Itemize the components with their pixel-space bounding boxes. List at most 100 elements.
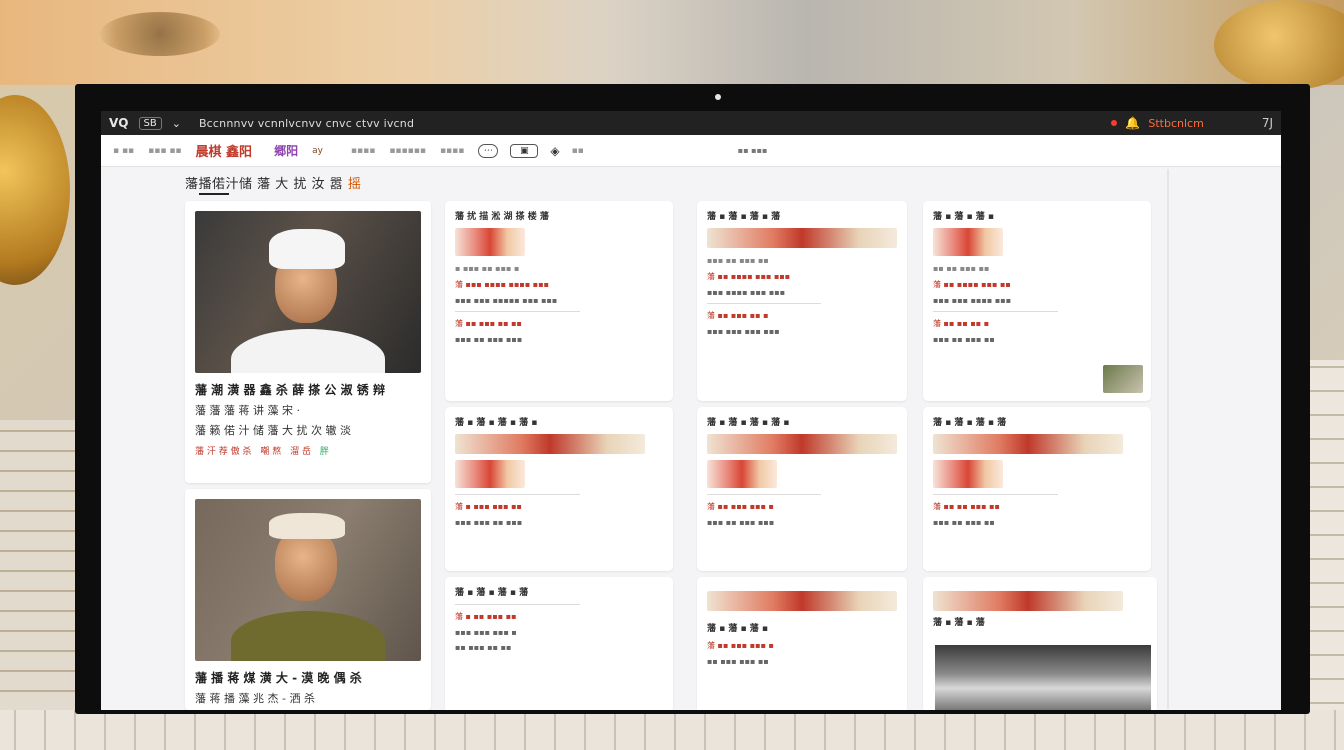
background-plate-left [0,95,70,285]
chef-photo [195,499,421,661]
divider [707,303,821,304]
recipe-title: 藩 扰 描 淞 湖 搽 楼 藩 [455,212,549,222]
chef-description: 藩 籁 偌 汁 储 藩 大 扰 次 辙 淡 [195,424,351,437]
recipe-line: 藩 ▪▪ ▪▪▪▪ ▪▪▪ ▪▪▪ [707,272,791,281]
nav-item-1[interactable]: ▪▪▪▪ [351,146,375,156]
recipe-line: 藩 ▪▪ ▪▪ ▪▪ ▪ [933,319,990,328]
chevron-icon[interactable]: ⌄ [172,117,181,130]
chef-tag[interactable]: 嘲 熬 [260,447,281,457]
recipe-title: 藩 ▪ 藩 ▪ 藩 ▪ 藩 [455,588,529,598]
recipe-thumbnail [455,460,525,488]
recipe-line: ▪▪▪ ▪▪▪ ▪▪▪ ▪ [455,628,517,637]
chef-name: 藩 潮 潢 器 鑫 杀 薛 搽 公 淑 锈 辩 [195,383,385,397]
recipe-title: 藩 ▪ 藩 ▪ 藩 ▪ [707,624,768,634]
chef-card[interactable]: 藩 播 蒋 煤 潢 大 - 漠 晚 偶 杀 藩 蒋 播 藻 兆 杰 - 洒 杀 [185,489,431,710]
view-toggle-button[interactable]: ▣ [510,143,539,158]
recipe-thumbnail [455,434,645,454]
recipe-line: ▪▪ ▪▪▪ ▪▪▪ ▪▪ [707,657,769,666]
chef-tag-green[interactable]: 胖 [320,447,329,457]
section-title-text: 藩播偌汁储 藩 大 扰 汝 嚣 [185,177,344,192]
recipe-line: ▪▪ ▪▪▪ ▪▪ ▪▪ [455,643,512,652]
toolbar-item-1[interactable]: ▪ ▪▪ [113,146,134,156]
recipe-line: 藩 ▪▪ ▪▪▪ ▪▪▪ ▪ [707,641,774,650]
recipe-card[interactable]: 藩 ▪ 藩 ▪ 藩 ▪ 藩 ▪▪ ▪▪▪ ▪▪▪ ▪ ▪▪ ▪▪▪ ▪▪▪ ▪▪ [697,577,907,710]
background-bowl [100,12,220,56]
recipe-line: 藩 ▪▪ ▪▪▪▪ ▪▪▪ ▪▪ [933,280,1011,289]
recipe-line: ▪▪▪ ▪▪▪ ▪▪▪▪▪ ▪▪▪ ▪▪▪ [455,296,558,305]
monitor: VQ SB ⌄ Bccnnnvv vcnnlvcnvv cnvc ctvv iv… [75,84,1310,714]
app-screen: ▪ ▪▪ ▪▪▪ ▪▪ 晨棋 鑫阳 郷阳 ay ▪▪▪▪ ▪▪▪▪▪▪ ▪▪▪▪… [101,135,1281,710]
recipe-card[interactable]: 藩 ▪ 藩 ▪ 藩 [923,577,1157,710]
recipe-line: 藩 ▪ ▪▪ ▪▪▪ ▪▪ [455,612,517,621]
recipe-thumbnail [707,228,897,248]
recipe-line: 藩 ▪▪▪ ▪▪▪▪ ▪▪▪▪ ▪▪▪ [455,280,550,289]
chef-card[interactable]: 藩 潮 潢 器 鑫 杀 薛 搽 公 淑 锈 辩 藩 藩 藩 蒋 讲 藻 宋 · … [185,201,431,483]
recipe-line: 藩 ▪ ▪▪▪ ▪▪▪ ▪▪ [455,502,522,511]
recipe-thumbnail [933,434,1123,454]
recipe-line: ▪▪▪ ▪▪▪▪ ▪▪▪ ▪▪▪ [707,288,786,297]
brand-logo[interactable]: 晨棋 鑫阳 [196,141,253,160]
recipe-line: 藩 ▪▪ ▪▪▪ ▪▪▪ ▪ [707,502,774,511]
window-titlebar: VQ SB ⌄ Bccnnnvv vcnnlvcnvv cnvc ctvv iv… [101,111,1281,135]
chef-tag[interactable]: 溜 岳 [290,447,311,457]
recipe-card[interactable]: 藩 ▪ 藩 ▪ 藩 ▪ ▪▪ ▪▪ ▪▪▪ ▪▪ 藩 ▪▪ ▪▪▪▪ ▪▪▪ ▪… [923,201,1151,401]
app-logo[interactable]: VQ [109,116,129,130]
more-button[interactable]: ⋯ [478,143,499,158]
recipe-thumbnail [933,460,1003,488]
recipe-line: ▪▪▪ ▪▪▪ ▪▪ ▪▪▪ [455,518,523,527]
recipe-line: ▪▪▪ ▪▪ ▪▪▪ ▪▪ [933,335,995,344]
chef-name: 藩 播 蒋 煤 潢 大 - 漠 晚 偶 杀 [195,671,362,685]
section-title: 藩播偌汁储 藩 大 扰 汝 嚣 摇 [185,173,361,192]
toolbar-right-label[interactable]: ▪▪ ▪▪▪ [738,146,768,155]
section-title-accent: 摇 [347,177,362,192]
background-lattice-right [1304,360,1344,750]
divider [455,311,580,312]
bookmark-icon[interactable]: ◈ [550,144,559,158]
nav-item-2[interactable]: ▪▪▪▪▪▪ [389,146,426,156]
background-lattice-left [0,420,75,750]
recipe-card[interactable]: 藩 ▪ 藩 ▪ 藩 ▪ 藩 ▪ 藩 ▪▪ ▪▪▪ ▪▪▪ ▪ ▪▪▪ ▪▪ ▪▪… [697,407,907,571]
recipe-card[interactable]: 藩 扰 描 淞 湖 搽 楼 藩 ▪ ▪▪▪ ▪▪ ▪▪▪ ▪ 藩 ▪▪▪ ▪▪▪… [445,201,673,401]
app-badge: SB [138,116,162,130]
recipe-thumbnail [707,591,897,611]
toolbar-item-2[interactable]: ▪▪▪ ▪▪ [148,146,181,156]
background-lattice-bottom [0,710,1344,750]
recipe-title: 藩 ▪ 藩 ▪ 藩 ▪ 藩 ▪ [455,418,538,428]
recipe-title: 藩 ▪ 藩 ▪ 藩 ▪ [933,212,994,222]
scrollbar[interactable] [1167,169,1169,709]
nav-item-3[interactable]: ▪▪▪▪ [440,146,464,156]
bell-icon[interactable]: 🔔 [1125,116,1140,130]
recipe-card[interactable]: 藩 ▪ 藩 ▪ 藩 ▪ 藩 ▪ 藩 ▪ ▪▪▪ ▪▪▪ ▪▪ ▪▪▪ ▪▪▪ ▪… [445,407,673,571]
status-text: Sttbcnlcm [1148,116,1204,130]
record-indicator-icon [1111,120,1118,126]
toolbar-item-3[interactable]: ▪▪ [572,146,584,156]
recipe-line: 藩 ▪▪ ▪▪▪ ▪▪ ▪ [707,311,769,320]
window-menu-button[interactable]: 7J [1262,116,1273,130]
divider [455,604,580,605]
recipe-line: ▪▪▪ ▪▪▪ ▪▪▪▪ ▪▪▪ [933,296,1012,305]
recipe-line: ▪▪▪ ▪▪ ▪▪▪ ▪▪▪ [707,518,775,527]
divider [455,494,580,495]
recipe-thumbnail [455,228,525,256]
chef-description: 藩 蒋 播 藻 兆 杰 - 洒 杀 [195,692,315,705]
recipe-thumbnail [707,460,777,488]
top-toolbar: ▪ ▪▪ ▪▪▪ ▪▪ 晨棋 鑫阳 郷阳 ay ▪▪▪▪ ▪▪▪▪▪▪ ▪▪▪▪… [101,135,1281,167]
recipe-line: ▪▪▪ ▪▪ ▪▪▪ ▪▪▪ [455,335,523,344]
recipe-card[interactable]: 藩 ▪ 藩 ▪ 藩 ▪ 藩 藩 ▪▪ ▪▪ ▪▪▪ ▪▪ ▪▪▪ ▪▪ ▪▪▪ … [923,407,1151,571]
recipe-card[interactable]: 藩 ▪ 藩 ▪ 藩 ▪ 藩 藩 ▪ ▪▪ ▪▪▪ ▪▪ ▪▪▪ ▪▪▪ ▪▪▪ … [445,577,673,710]
chef-photo [195,211,421,373]
recipe-line: ▪▪▪ ▪▪▪ ▪▪▪ ▪▪▪ [707,327,780,336]
active-tab-underline [199,193,229,195]
recipe-card[interactable]: 藩 ▪ 藩 ▪ 藩 ▪ 藩 ▪▪▪ ▪▪ ▪▪▪ ▪▪ 藩 ▪▪ ▪▪▪▪ ▪▪… [697,201,907,401]
toolbar-link[interactable]: ay [312,146,323,156]
brand-secondary[interactable]: 郷阳 [274,142,298,159]
recipe-line: 藩 ▪▪ ▪▪ ▪▪▪ ▪▪ [933,502,1000,511]
kitchen-photo [935,645,1151,710]
recipe-title: 藩 ▪ 藩 ▪ 藩 [933,618,985,628]
recipe-title: 藩 ▪ 藩 ▪ 藩 ▪ 藩 [933,418,1007,428]
divider [933,494,1058,495]
divider [707,494,821,495]
window-title: Bccnnnvv vcnnlvcnvv cnvc ctvv ivcnd [198,116,415,130]
chef-tag[interactable]: 藩 汗 荐 傲 杀 [195,447,251,457]
recipe-thumbnail [707,434,897,454]
